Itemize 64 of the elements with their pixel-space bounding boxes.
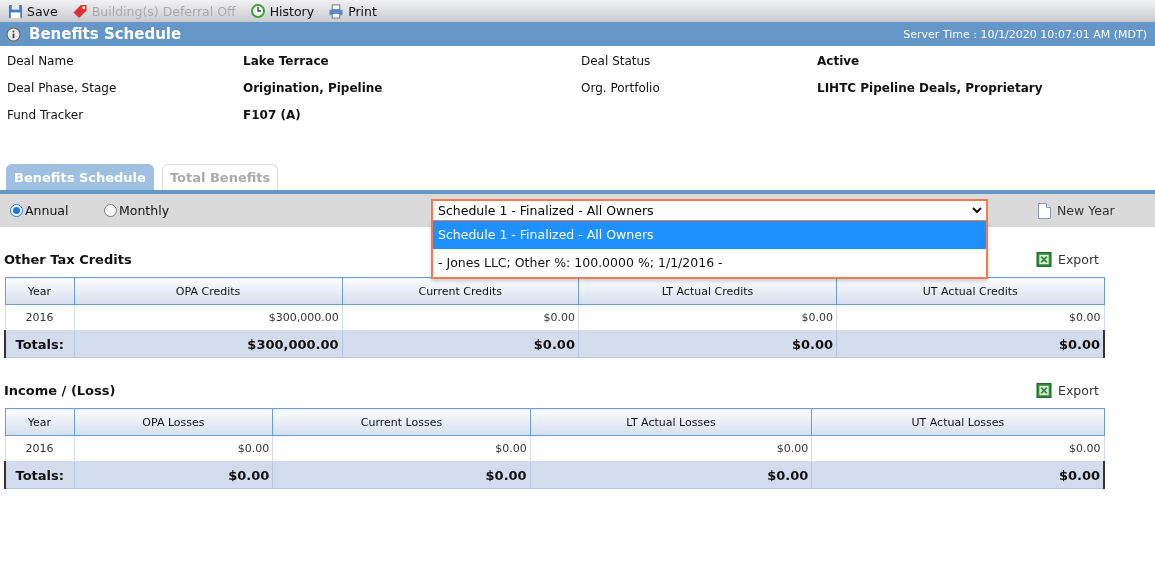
section-title: Income / (Loss) — [4, 382, 116, 398]
field-value: Active — [817, 53, 861, 70]
total-cell: $0.00 — [530, 461, 812, 489]
printer-icon — [328, 3, 345, 19]
dropdown-option[interactable]: - Jones LLC; Other %: 100.0000 %; 1/1/2016 - — [433, 249, 986, 277]
table-cell: $0.00 — [530, 435, 812, 462]
field-label: Deal Status — [581, 53, 652, 70]
table-cell: $0.00 — [578, 304, 837, 331]
field-value: Origination, Pipeline — [243, 80, 384, 97]
column-header: Year — [5, 277, 74, 305]
column-header: Year — [5, 408, 74, 436]
field-value: F107 (A) — [243, 107, 302, 124]
save-button[interactable]: Save — [6, 1, 60, 21]
new-year-button[interactable]: New Year — [1032, 201, 1121, 220]
document-icon — [1038, 202, 1051, 219]
export-button[interactable]: Export — [1030, 250, 1105, 268]
table-cell: 2016 — [5, 304, 74, 331]
column-header: LT Actual Credits — [578, 277, 837, 305]
column-header: Current Credits — [342, 277, 579, 305]
info-icon — [6, 26, 21, 42]
field-value: LIHTC Pipeline Deals, Proprietary — [817, 80, 1044, 97]
history-button[interactable]: History — [247, 1, 317, 21]
field-label: Deal Name — [7, 53, 75, 70]
radio-label: Monthly — [119, 203, 170, 218]
radio-button[interactable] — [10, 204, 23, 217]
total-cell: $300,000.00 — [74, 330, 343, 358]
field-label: Deal Phase, Stage — [7, 80, 118, 97]
field-label: Org. Portfolio — [581, 80, 661, 97]
print-button[interactable]: Print — [326, 1, 379, 21]
schedule-dropdown[interactable]: Schedule 1 - Finalized - All Owners — [431, 199, 988, 222]
table-cell: $0.00 — [811, 435, 1104, 462]
export-button[interactable]: Export — [1030, 381, 1105, 399]
table-cell: $0.00 — [74, 435, 273, 462]
total-cell: $0.00 — [836, 330, 1104, 358]
total-cell: $0.00 — [272, 461, 531, 489]
total-cell: $0.00 — [578, 330, 837, 358]
column-header: OPA Credits — [74, 277, 343, 305]
column-header: OPA Losses — [74, 408, 273, 436]
total-cell: Totals: — [5, 461, 74, 489]
spreadsheet-icon — [1036, 382, 1053, 398]
table-cell: $0.00 — [272, 435, 531, 462]
column-header: Current Losses — [272, 408, 531, 436]
page-title: Benefits Schedule — [29, 25, 182, 43]
total-cell: $0.00 — [811, 461, 1104, 489]
clock-icon — [249, 3, 266, 19]
radio-label: Annual — [25, 203, 69, 218]
table-cell: $0.00 — [342, 304, 579, 331]
total-cell: $0.00 — [342, 330, 579, 358]
total-cell: $0.00 — [74, 461, 273, 489]
table-cell: $300,000.00 — [74, 304, 343, 331]
chevron-down-icon — [972, 207, 982, 214]
radio-button[interactable] — [104, 204, 117, 217]
spreadsheet-icon — [1036, 251, 1053, 267]
table-cell: 2016 — [5, 435, 74, 462]
server-time: Server Time : 10/1/2020 10:07:01 AM (MDT) — [903, 27, 1147, 41]
column-header: LT Actual Losses — [530, 408, 812, 436]
table-cell: $0.00 — [836, 304, 1104, 331]
tag-icon — [71, 3, 88, 19]
total-cell: Totals: — [5, 330, 74, 358]
field-value: Lake Terrace — [243, 53, 330, 70]
column-header: UT Actual Losses — [811, 408, 1104, 436]
field-label: Fund Tracker — [7, 107, 85, 124]
section-title: Other Tax Credits — [4, 251, 132, 267]
column-header: UT Actual Credits — [836, 277, 1104, 305]
